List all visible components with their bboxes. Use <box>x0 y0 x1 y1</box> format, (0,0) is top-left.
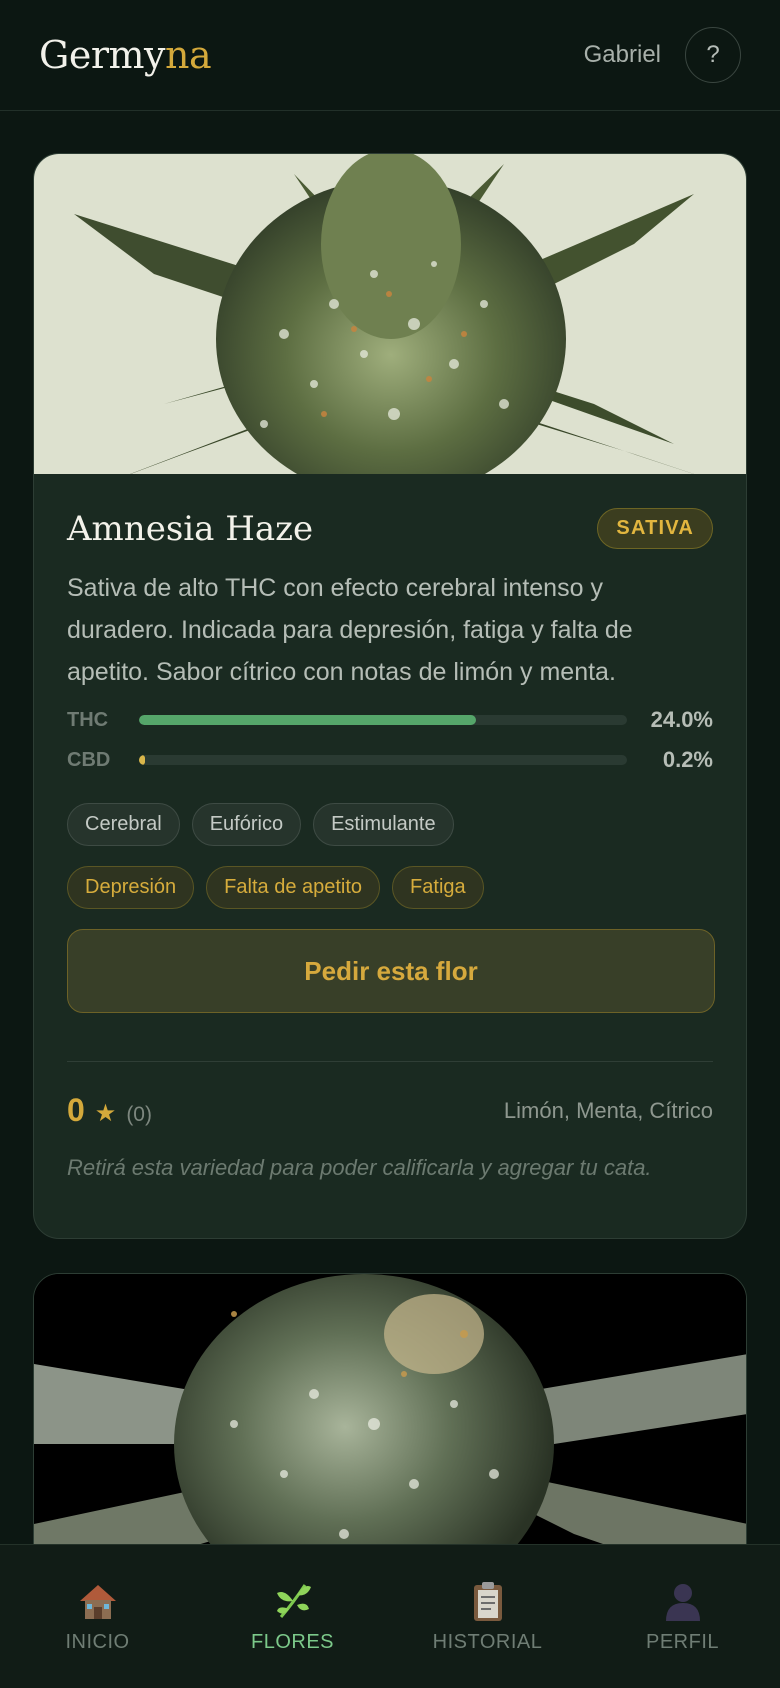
flavor-list: Limón, Menta, Cítrico <box>503 1097 713 1123</box>
cbd-track <box>139 755 627 765</box>
clipboard-icon <box>466 1579 510 1623</box>
condition-chip: Falta de apetito <box>206 866 381 909</box>
thc-value: 24.0% <box>650 707 713 732</box>
divider <box>67 1061 713 1062</box>
effect-chips: Cerebral Eufórico Estimulante <box>67 803 713 846</box>
effect-chip: Eufórico <box>191 803 302 846</box>
title-row: Amnesia Haze SATIVA <box>67 508 713 549</box>
nav-item-flores[interactable]: FLORES <box>198 1579 388 1654</box>
thc-fill <box>139 715 476 725</box>
username-label[interactable]: Gabriel <box>584 41 661 69</box>
strain-card-body: Amnesia Haze SATIVA Sativa de alto THC c… <box>34 474 746 1182</box>
strain-description: Sativa de alto THC con efecto cerebral i… <box>67 574 633 686</box>
condition-chip: Depresión <box>67 866 195 909</box>
rating-summary: 0 ★ (0) <box>67 1092 152 1129</box>
leaf-icon <box>271 1579 315 1623</box>
strain-card <box>33 1273 747 1544</box>
rating-value: 0 <box>67 1092 85 1128</box>
nav-label: FLORES <box>250 1631 335 1653</box>
condition-chip: Fatiga <box>392 866 484 909</box>
effect-chip: Estimulante <box>313 803 454 846</box>
cbd-value: 0.2% <box>662 747 713 772</box>
nav-label: PERFIL <box>645 1631 720 1653</box>
bottom-navigation: INICIO FLORES HISTORIAL PERFIL <box>0 1544 780 1688</box>
cbd-meter: CBD 0.2% <box>67 747 713 773</box>
nav-label: HISTORIAL <box>432 1631 543 1653</box>
order-flower-button[interactable]: Pedir esta flor <box>67 929 715 1013</box>
cannabis-bud-image <box>74 154 694 474</box>
strain-type-badge: SATIVA <box>597 508 713 549</box>
strain-name: Amnesia Haze <box>67 508 314 549</box>
cbd-fill <box>139 755 145 765</box>
effect-chip: Cerebral <box>67 803 180 846</box>
nav-label: INICIO <box>65 1631 130 1653</box>
thc-track <box>139 715 627 725</box>
nav-item-historial[interactable]: HISTORIAL <box>393 1579 583 1654</box>
nav-item-inicio[interactable]: INICIO <box>3 1579 193 1654</box>
strain-photo <box>34 154 746 474</box>
strain-card: Amnesia Haze SATIVA Sativa de alto THC c… <box>33 153 747 1239</box>
nav-item-perfil[interactable]: PERFIL <box>588 1579 778 1654</box>
brand-logo[interactable]: Germyna <box>39 33 212 77</box>
help-button[interactable]: ? <box>685 27 741 83</box>
thc-meter: THC 24.0% <box>67 707 713 733</box>
brand-main: Germy <box>39 33 166 77</box>
rating-row: 0 ★ (0) Limón, Menta, Cítrico <box>67 1092 713 1129</box>
cbd-label: CBD <box>67 748 111 771</box>
thc-label: THC <box>67 708 109 731</box>
star-icon: ★ <box>94 1100 117 1127</box>
brand-accent: na <box>165 33 212 77</box>
house-icon <box>76 1579 120 1623</box>
strain-photo <box>34 1274 746 1544</box>
app-header: Germyna Gabriel ? <box>0 0 780 111</box>
strain-feed[interactable]: Amnesia Haze SATIVA Sativa de alto THC c… <box>0 112 780 1544</box>
cannabis-bud-image <box>34 1274 746 1544</box>
header-actions: Gabriel ? <box>584 27 741 83</box>
rating-count: (0) <box>126 1103 152 1126</box>
user-silhouette-icon <box>661 1579 705 1623</box>
rating-note: Retirá esta variedad para poder califica… <box>67 1155 652 1180</box>
condition-chips: Depresión Falta de apetito Fatiga <box>67 866 713 909</box>
